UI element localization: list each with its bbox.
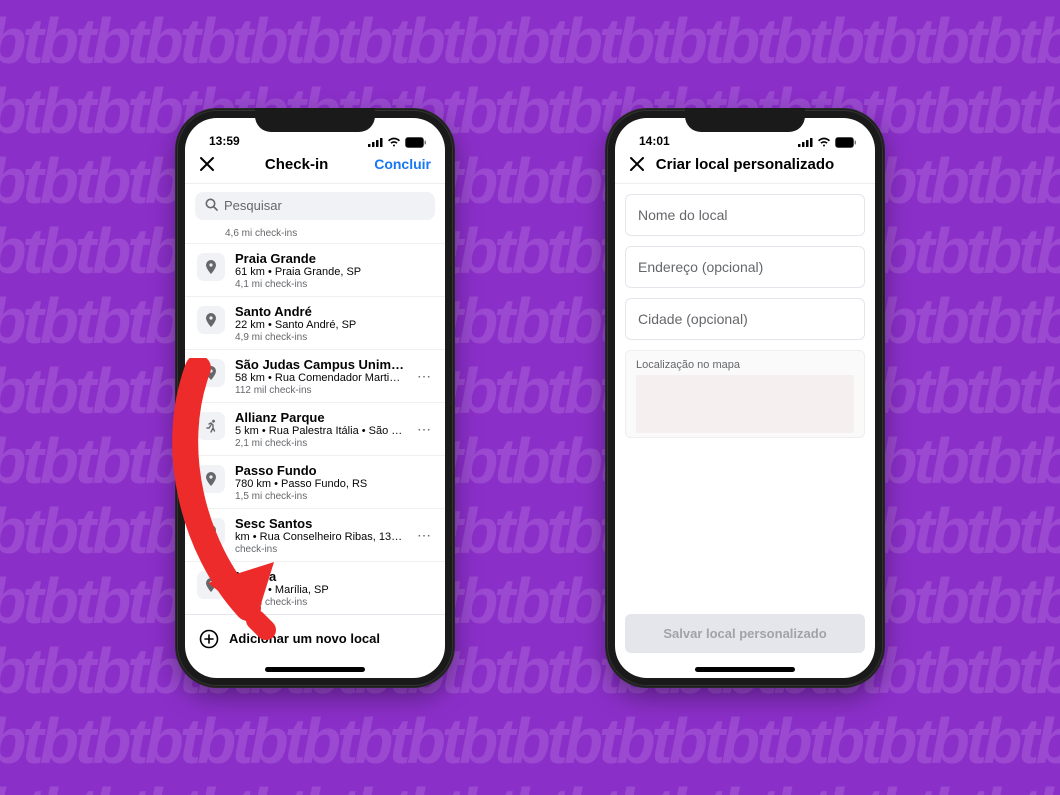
item-title: São Judas Campus Unimonte <box>235 357 405 372</box>
pin-icon <box>197 571 225 599</box>
signal-icon <box>368 137 383 147</box>
item-title: Marília <box>235 569 433 584</box>
more-icon[interactable]: ⋯ <box>415 421 433 438</box>
home-indicator[interactable] <box>265 667 365 672</box>
phone-right: 14:01 Criar local persona <box>605 108 885 688</box>
list-item[interactable]: Passo Fundo 780 km • Passo Fundo, RS 1,5… <box>185 455 445 508</box>
map-location-box[interactable]: Localização no mapa <box>625 350 865 438</box>
location-list[interactable]: 4,6 mi check-ins Praia Grande 61 km • Pr… <box>185 228 445 614</box>
battery-icon <box>405 137 427 148</box>
item-sub: 61 km • Praia Grande, SP <box>235 266 433 278</box>
list-item[interactable]: Santo André 22 km • Santo André, SP 4,9 … <box>185 296 445 349</box>
battery-icon <box>835 137 857 148</box>
place-name-input[interactable]: Nome do local <box>625 194 865 236</box>
add-location-label: Adicionar um novo local <box>229 631 380 646</box>
item-title: Praia Grande <box>235 251 433 266</box>
item-sub: km • Rua Conselheiro Ribas, 136 -... <box>235 531 405 543</box>
item-meta: 1,7 mi check-ins <box>235 597 433 608</box>
pin-icon <box>197 518 225 546</box>
plus-circle-icon <box>199 629 219 649</box>
close-button[interactable] <box>199 156 219 172</box>
add-location-button[interactable]: Adicionar um novo local <box>185 614 445 663</box>
item-meta: 2,1 mi check-ins <box>235 438 405 449</box>
item-title: Allianz Parque <box>235 410 405 425</box>
pin-icon <box>197 253 225 281</box>
activity-icon <box>197 412 225 440</box>
pin-icon <box>197 359 225 387</box>
save-button-label: Salvar local personalizado <box>663 626 826 641</box>
signal-icon <box>798 137 813 147</box>
address-input[interactable]: Endereço (opcional) <box>625 246 865 288</box>
map-placeholder <box>636 375 854 433</box>
search-icon <box>205 198 218 214</box>
status-time: 13:59 <box>209 134 240 148</box>
item-meta: 112 mil check-ins <box>235 385 405 396</box>
wifi-icon <box>817 137 831 147</box>
status-time: 14:01 <box>639 134 670 148</box>
list-item[interactable]: Praia Grande 61 km • Praia Grande, SP 4,… <box>185 243 445 296</box>
item-title: Sesc Santos <box>235 516 405 531</box>
phone-left: 13:59 Check-in Co <box>175 108 455 688</box>
list-item[interactable]: São Judas Campus Unimonte 58 km • Rua Co… <box>185 349 445 402</box>
save-button[interactable]: Salvar local personalizado <box>625 614 865 653</box>
list-item[interactable]: Allianz Parque 5 km • Rua Palestra Itáli… <box>185 402 445 455</box>
item-sub: 37 km • Marília, SP <box>235 584 433 596</box>
close-button[interactable] <box>629 156 649 172</box>
home-indicator[interactable] <box>695 667 795 672</box>
place-name-placeholder: Nome do local <box>638 207 728 223</box>
city-placeholder: Cidade (opcional) <box>638 311 748 327</box>
more-icon[interactable]: ⋯ <box>415 368 433 385</box>
item-sub: 780 km • Passo Fundo, RS <box>235 478 433 490</box>
nav-header: Criar local personalizado <box>615 148 875 184</box>
item-sub: 5 km • Rua Palestra Itália • São Paulo,.… <box>235 425 405 437</box>
item-meta: 4,9 mi check-ins <box>235 332 433 343</box>
nav-header: Check-in Concluir <box>185 148 445 184</box>
page-title: Criar local personalizado <box>656 156 834 173</box>
pin-icon <box>197 465 225 493</box>
city-input[interactable]: Cidade (opcional) <box>625 298 865 340</box>
done-button[interactable]: Concluir <box>374 156 431 172</box>
item-meta: check-ins <box>235 544 405 555</box>
pin-icon <box>197 306 225 334</box>
item-meta: 1,5 mi check-ins <box>235 491 433 502</box>
search-placeholder: Pesquisar <box>224 198 282 213</box>
map-label: Localização no mapa <box>636 359 854 371</box>
item-sub: 58 km • Rua Comendador Martins , 52... <box>235 372 405 384</box>
item-meta: 4,1 mi check-ins <box>235 279 433 290</box>
wifi-icon <box>387 137 401 147</box>
list-item[interactable]: Marília 37 km • Marília, SP 1,7 mi check… <box>185 561 445 614</box>
address-placeholder: Endereço (opcional) <box>638 259 763 275</box>
list-item[interactable]: Sesc Santos km • Rua Conselheiro Ribas, … <box>185 508 445 561</box>
item-title: Passo Fundo <box>235 463 433 478</box>
item-sub: 22 km • Santo André, SP <box>235 319 433 331</box>
page-title: Check-in <box>265 156 328 173</box>
item-title: Santo André <box>235 304 433 319</box>
list-pre-meta: 4,6 mi check-ins <box>185 228 445 243</box>
search-input[interactable]: Pesquisar <box>195 192 435 220</box>
more-icon[interactable]: ⋯ <box>415 527 433 544</box>
